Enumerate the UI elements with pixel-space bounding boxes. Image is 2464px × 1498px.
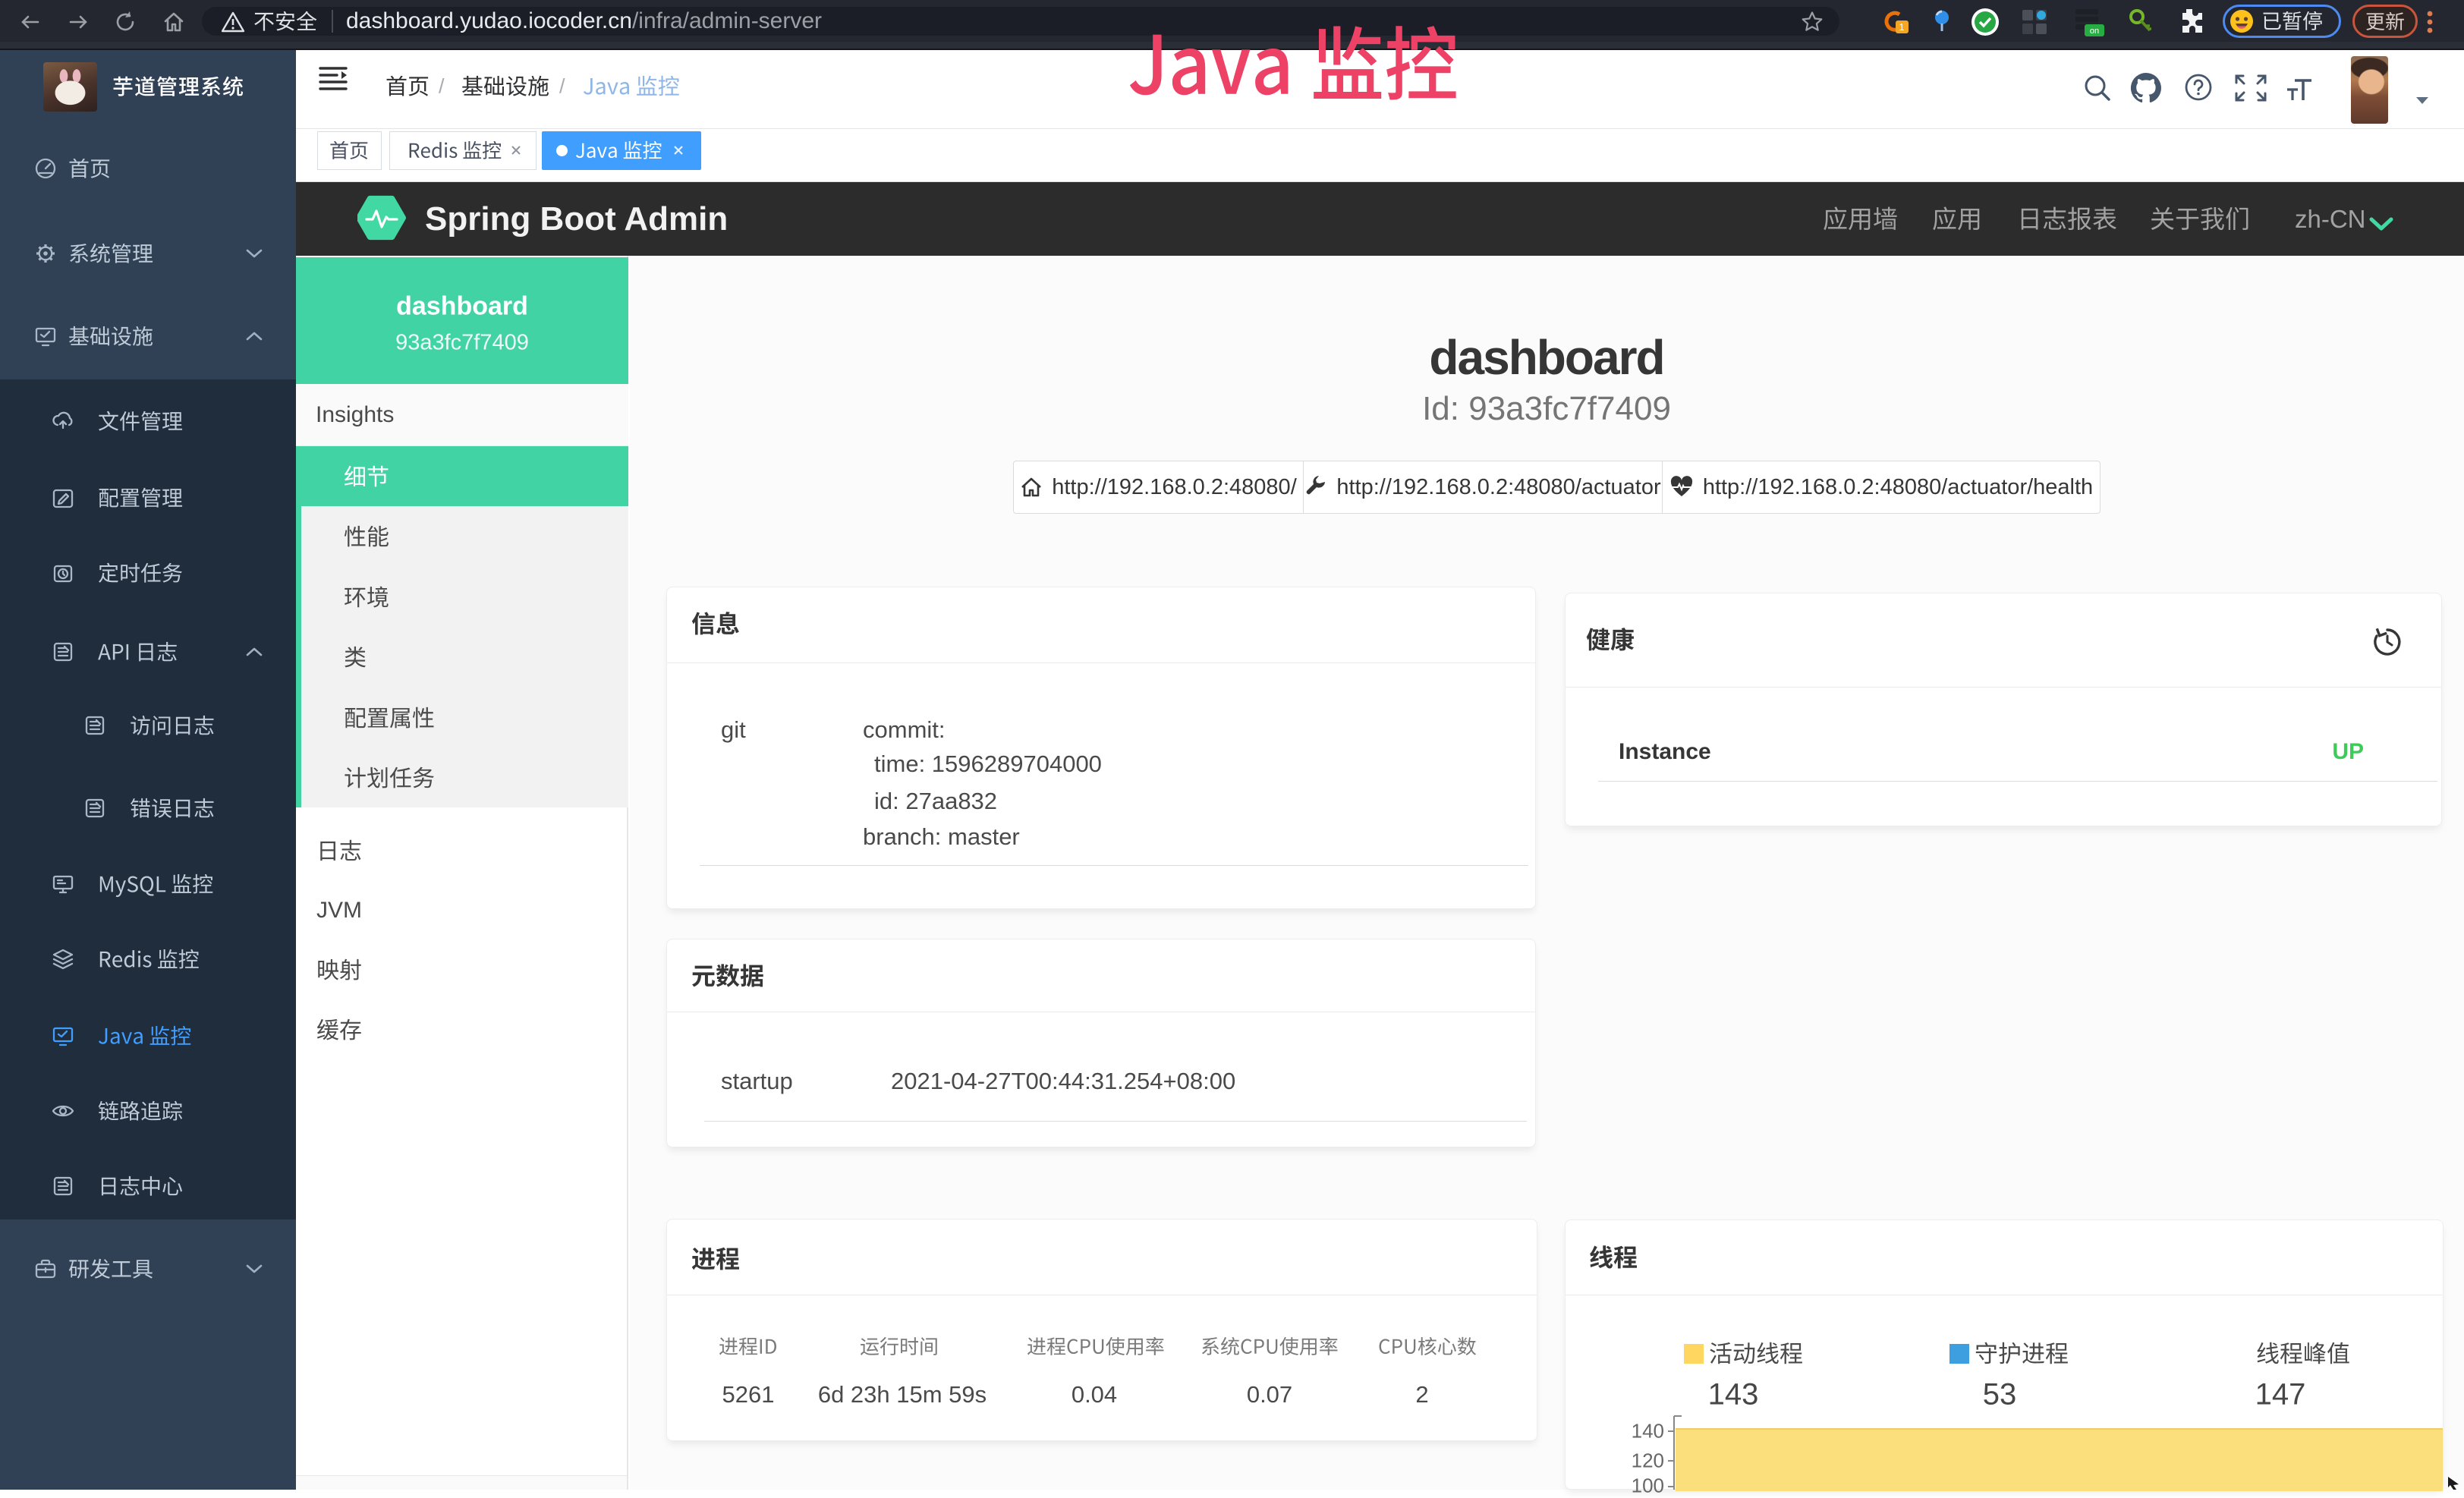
svg-text:on: on [2090,27,2099,36]
svg-text:1: 1 [1899,21,1904,33]
